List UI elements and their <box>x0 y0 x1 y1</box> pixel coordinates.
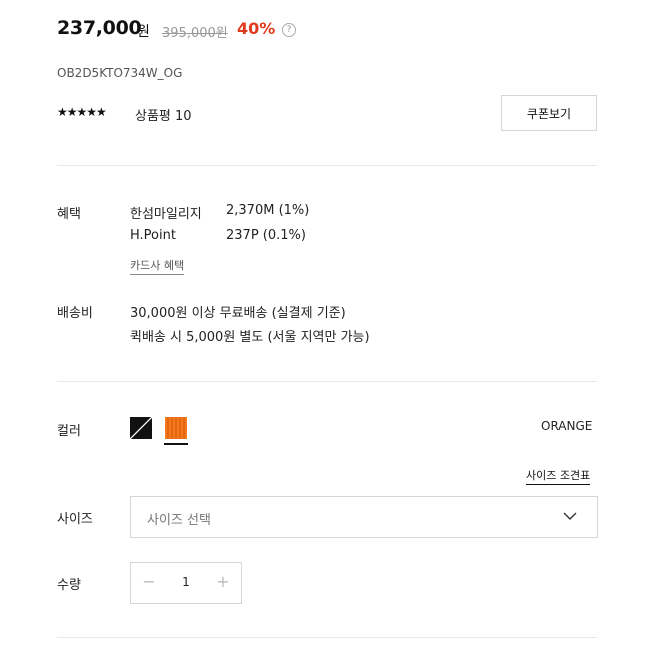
quantity-label: 수량 <box>57 578 81 593</box>
quantity-stepper: − 1 + <box>130 562 242 604</box>
color-swatch-black[interactable] <box>130 417 152 439</box>
selected-color-name: ORANGE <box>541 419 593 433</box>
help-icon[interactable]: ? <box>282 23 296 37</box>
quantity-increase-button[interactable]: + <box>213 572 233 592</box>
divider <box>57 165 597 166</box>
soldout-slash-icon <box>130 417 152 439</box>
size-select[interactable]: 사이즈 선택 <box>130 496 598 538</box>
product-code: OB2D5KTO734W_OG <box>57 66 183 80</box>
discount-rate: 40% <box>237 19 276 38</box>
benefit-value-mileage: 2,370M (1%) <box>226 203 310 218</box>
shipping-label: 배송비 <box>57 306 93 321</box>
selected-swatch-indicator <box>164 443 188 445</box>
original-price: 395,000원 <box>162 26 228 41</box>
divider <box>57 637 597 638</box>
benefit-name-mileage: 한섬마일리지 <box>130 207 202 222</box>
rating-stars-icon: ★★★★★ <box>57 105 107 119</box>
price-currency-unit: 원 <box>137 24 150 40</box>
benefit-name-hpoint: H.Point <box>130 228 176 243</box>
divider <box>57 381 597 382</box>
quantity-decrease-button[interactable]: − <box>139 572 159 592</box>
benefit-label: 혜택 <box>57 207 81 222</box>
shipping-quick-info: 퀵배송 시 5,000원 별도 (서울 지역만 가능) <box>130 330 370 345</box>
color-swatch-orange[interactable] <box>165 417 187 439</box>
chevron-down-icon <box>563 512 577 520</box>
current-price: 237,000 <box>57 17 142 39</box>
review-count-link[interactable]: 상품평 10 <box>135 105 192 124</box>
quantity-value[interactable]: 1 <box>176 575 196 589</box>
coupon-view-button[interactable]: 쿠폰보기 <box>501 95 597 131</box>
shipping-free-info: 30,000원 이상 무료배송 (실결제 기준) <box>130 306 346 321</box>
size-label: 사이즈 <box>57 512 93 527</box>
card-benefit-link[interactable]: 카드사 혜택 <box>130 257 185 275</box>
size-guide-link[interactable]: 사이즈 조견표 <box>526 467 591 485</box>
size-select-placeholder: 사이즈 선택 <box>147 513 211 528</box>
benefit-value-hpoint: 237P (0.1%) <box>226 228 306 243</box>
color-label: 컬러 <box>57 424 81 439</box>
